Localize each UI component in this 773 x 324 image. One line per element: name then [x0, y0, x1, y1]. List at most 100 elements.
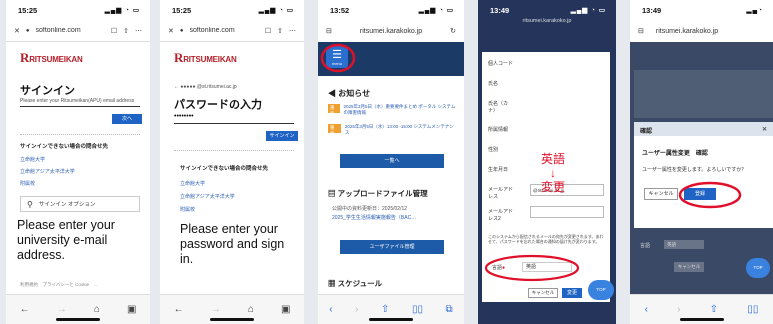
bookmarks-icon[interactable]: ▯▯ — [412, 304, 423, 315]
user-file-button[interactable]: ユーザファイル管理 — [340, 240, 444, 254]
file-date-label: 公開中の資料更新日：2025/02/12 — [332, 206, 408, 212]
megaphone-icon: ◀ — [328, 89, 336, 98]
help-link-affiliated[interactable]: 附属校 — [180, 206, 195, 213]
email-input-underline — [20, 106, 140, 107]
divider — [20, 134, 140, 135]
notice-badge: 重要 — [328, 124, 341, 136]
cancel-button[interactable]: キャンセル — [528, 288, 558, 298]
browser-address-bar: ✕ ● softonline.com ☐ ⇧ ⋯ — [6, 20, 150, 42]
more-icon[interactable]: ⋯ — [135, 27, 142, 35]
ritsumeikan-logo: RRITSUMEIKAN — [20, 50, 83, 65]
browser-address-bar: ⊟ ritsumei.karakoko.jp — [630, 20, 773, 42]
help-heading: サインインできない場合の問合せ先 — [20, 144, 109, 150]
tabs-icon[interactable]: ⊟ — [638, 27, 644, 35]
email-input[interactable]: Please enter your Ritsumeikan(APU) email… — [20, 98, 140, 104]
notice-item[interactable]: 重要 2025年3月5日（水）13:00 -15:00 システムメンテナンス — [328, 124, 456, 136]
share-icon[interactable]: ⇧ — [123, 27, 129, 35]
calendar-icon: ▦ — [328, 279, 336, 288]
bookmark-icon[interactable]: ☐ — [111, 27, 117, 35]
help-link-affiliated[interactable]: 附属校 — [20, 180, 35, 187]
home-indicator — [56, 318, 100, 321]
list-button[interactable]: 一覧へ — [340, 154, 444, 168]
field-label: 所属情報 — [488, 127, 509, 133]
help-link-apu[interactable]: 立命館アジア太平洋大学 — [180, 193, 235, 200]
status-bar: 13:52 ▂▄▆ ◔ ▭ — [318, 0, 464, 20]
help-link-ritsumeikan[interactable]: 立命館大学 — [180, 180, 205, 187]
annotation-text: 英語 ↓ 変更 — [540, 152, 566, 194]
top-button[interactable]: TOP — [746, 258, 770, 278]
url-part: soft — [189, 27, 201, 34]
cancel-button[interactable]: キャンセル — [674, 262, 704, 272]
phone-screen-password: 15:25 ▂▄▆ ◔ ▭ ✕ ● softonline.com ☐ ⇧ ⋯ R… — [160, 0, 304, 324]
status-time: 13:49 — [490, 5, 510, 15]
home-icon[interactable]: ⌂ — [94, 304, 100, 315]
forward-icon[interactable]: → — [211, 304, 221, 315]
file-link[interactable]: 2025_学生生活情報実施報告（BAC… — [332, 214, 416, 221]
signin-button[interactable]: サインイン — [266, 131, 298, 141]
phone-screen-user-attributes: 13:49 ▂▄▆ ◔ ▭ ritsumei.karakoko.jp 個人コード… — [478, 0, 616, 324]
schedule-heading: ▦ スケジュール — [328, 278, 382, 289]
home-icon[interactable]: ⌂ — [248, 304, 254, 315]
field-label: 生年月日 — [488, 167, 509, 173]
dialog-cancel-button[interactable]: キャンセル — [644, 188, 678, 200]
signal-wifi-battery-icon: ▂▄▆ ◔ ▭ — [418, 7, 454, 14]
background-form — [634, 70, 773, 118]
help-link-apu[interactable]: 立命館アジア太平洋大学 — [20, 168, 75, 175]
browser-address-bar: ✕ ● softonline.com ☐ ⇧ ⋯ — [160, 20, 304, 42]
close-icon[interactable]: ✕ — [14, 27, 20, 35]
url-text[interactable]: softonline.com — [190, 27, 259, 34]
next-button[interactable]: 次へ — [112, 114, 142, 124]
bookmark-icon[interactable]: ☐ — [265, 27, 271, 35]
page-title: パスワードの入力 — [174, 99, 262, 111]
more-icon[interactable]: ⋯ — [289, 27, 296, 35]
url-text[interactable]: ritsumei.karakoko.jp — [656, 28, 718, 35]
notice-text: 2025年3月5日（水）13:00 -15:00 システムメンテナンス — [344, 124, 454, 135]
back-icon[interactable]: ← — [20, 304, 30, 315]
phone-screen-confirm-dialog: 13:49 ▂▄◔ ⊟ ritsumei.karakoko.jp 確認 ✕ ユー… — [630, 0, 773, 324]
phone-screen-signin: 15:25 ▂▄▆ ◔ ▭ ✕ ● softonline.com ☐ ⇧ ⋯ R… — [6, 0, 150, 324]
tabs-icon[interactable]: ⊟ — [326, 27, 332, 35]
password-input[interactable]: •••••••• — [174, 113, 194, 120]
home-indicator — [679, 318, 724, 321]
lock-icon: ● — [25, 27, 30, 34]
share-icon[interactable]: ⇧ — [277, 27, 283, 35]
logo-text: RITSUMEIKAN — [29, 55, 83, 64]
url-part-rest: online.com — [200, 27, 235, 34]
change-button[interactable]: 変更 — [562, 288, 582, 298]
back-arrow-icon[interactable]: ← — [174, 84, 179, 90]
url-text[interactable]: ritsumei.karakoko.jp — [360, 28, 422, 35]
close-icon[interactable]: ✕ — [762, 126, 767, 133]
forward-icon[interactable]: › — [677, 304, 680, 315]
url-text[interactable]: ritsumei.karakoko.jp — [478, 18, 616, 32]
email2-input[interactable] — [530, 206, 604, 218]
notice-item[interactable]: 重要 2025年3月5日（水）重要要件まとめ ポータル システムの障害情報 — [328, 104, 456, 116]
back-icon[interactable]: ‹ — [329, 304, 332, 315]
upload-heading: ▤ アップロードファイル管理 — [328, 188, 428, 199]
field-label: 個人コード — [488, 61, 514, 67]
back-icon[interactable]: ‹ — [645, 304, 648, 315]
share-icon[interactable]: ⇧ — [381, 304, 389, 315]
bookmarks-icon[interactable]: ▯▯ — [747, 304, 758, 315]
dialog-titlebar: 確認 ✕ — [634, 122, 773, 136]
tabs-icon[interactable]: ▣ — [281, 304, 290, 315]
forward-icon[interactable]: › — [355, 304, 358, 315]
signin-options-button[interactable]: ⚲ サインイン オプション — [20, 196, 140, 212]
top-button[interactable]: TOP — [588, 280, 614, 300]
back-icon[interactable]: ← — [174, 304, 184, 315]
tabs-icon[interactable]: ▣ — [127, 304, 136, 315]
tabs-icon[interactable]: ⧉ — [446, 304, 453, 315]
share-icon[interactable]: ⇧ — [710, 304, 718, 315]
divider — [174, 150, 294, 151]
email-note: このシステムから配信されるメールの宛先が変更されます。あわせて、パスワードを忘れ… — [488, 234, 604, 244]
account-masked: ●●●●● — [180, 84, 196, 90]
language-select[interactable]: 英語 — [664, 240, 704, 249]
forward-icon[interactable]: → — [57, 304, 67, 315]
signal-wifi-battery-icon: ▂▄▆ ◔ ▭ — [570, 7, 606, 14]
close-icon[interactable]: ✕ — [168, 27, 174, 35]
annotation-arrow: ↓ — [550, 166, 556, 180]
help-link-ritsumeikan[interactable]: 立命館大学 — [20, 156, 45, 163]
reload-icon[interactable]: ↻ — [450, 27, 456, 35]
url-text[interactable]: softonline.com — [36, 27, 105, 34]
field-label: メールアドレス — [488, 187, 514, 200]
language-label: 言語 — [640, 243, 651, 249]
